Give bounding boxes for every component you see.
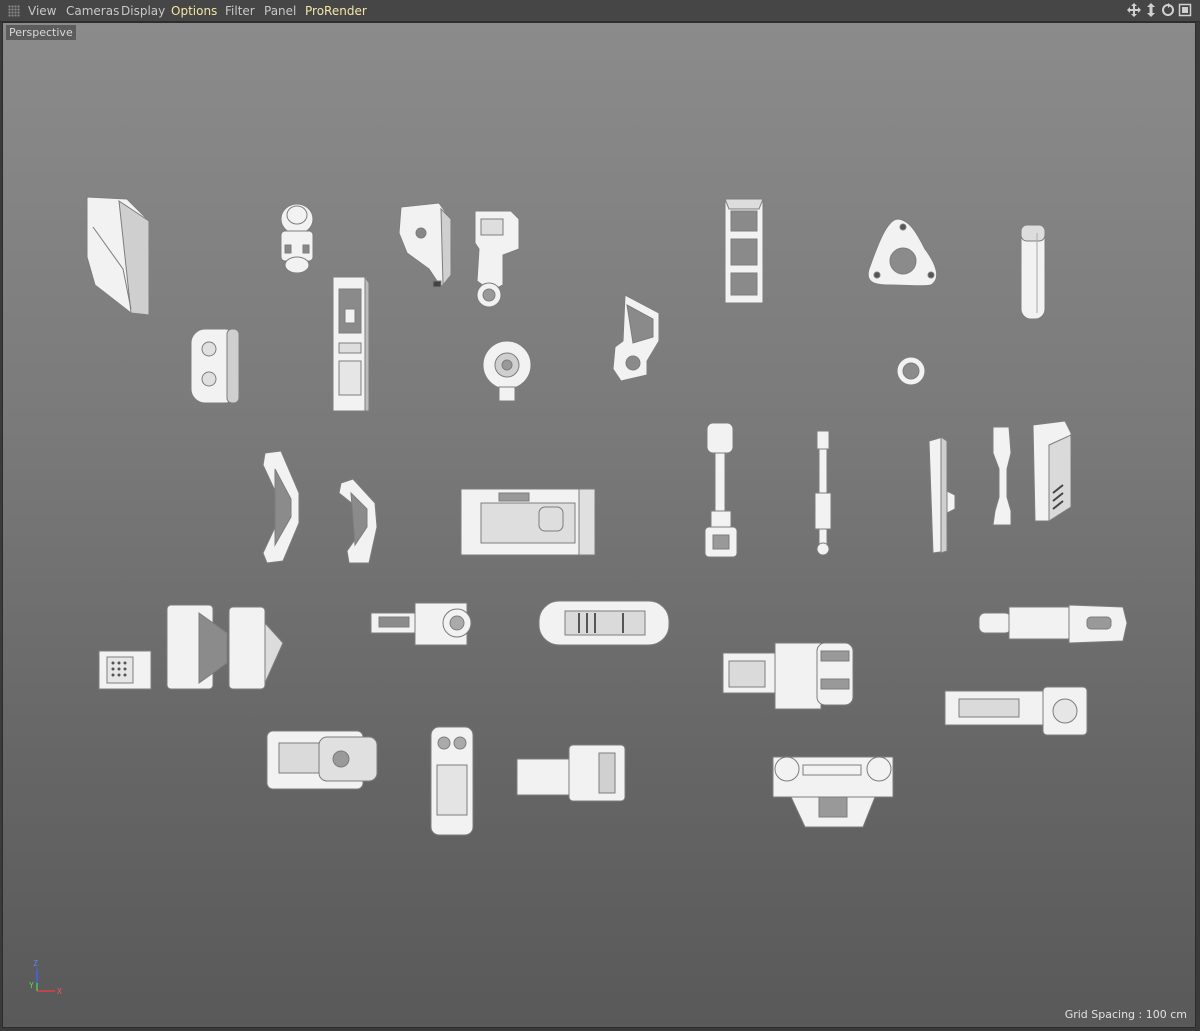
move-view-icon[interactable] xyxy=(1127,3,1141,19)
rotate-view-icon[interactable] xyxy=(1161,3,1175,19)
menu-panel[interactable]: Panel xyxy=(264,0,296,22)
model-chassis-block[interactable] xyxy=(460,488,596,556)
model-twin-joint[interactable] xyxy=(772,756,894,828)
model-gearbox-arm[interactable] xyxy=(722,642,854,710)
scene-models[interactable] xyxy=(3,23,1196,1028)
model-small-ring[interactable] xyxy=(896,356,926,386)
dolly-view-icon[interactable] xyxy=(1144,3,1158,19)
model-chevron-frame-large[interactable] xyxy=(262,450,300,564)
menu-display[interactable]: Display xyxy=(121,0,165,22)
model-long-rail[interactable] xyxy=(332,275,370,412)
model-frame-ladder[interactable] xyxy=(724,198,764,304)
axis-x-label: X xyxy=(57,987,62,996)
model-triangle-plate[interactable] xyxy=(867,218,938,287)
menu-filter[interactable]: Filter xyxy=(225,0,255,22)
model-mesh-box[interactable] xyxy=(98,650,152,690)
model-angled-plate[interactable] xyxy=(86,196,150,316)
model-bracket-clamp[interactable] xyxy=(280,203,314,274)
grid-spacing-label: Grid Spacing : 100 cm xyxy=(1064,1008,1187,1021)
model-rail-drive[interactable] xyxy=(944,686,1088,736)
viewport-menubar: View Cameras Display Options Filter Pane… xyxy=(0,0,1200,22)
model-chevron-frame-small[interactable] xyxy=(338,478,378,564)
3d-viewport[interactable]: Perspective Z Y X Grid Spacing : 100 cm xyxy=(2,22,1196,1028)
model-vent-block[interactable] xyxy=(1032,420,1072,522)
menu-options[interactable]: Options xyxy=(171,0,217,22)
model-nozzle-assembly[interactable] xyxy=(978,604,1128,644)
menu-prorender[interactable]: ProRender xyxy=(305,0,367,22)
model-link-plate[interactable] xyxy=(612,294,660,382)
model-hydraulic-clamp[interactable] xyxy=(266,730,378,790)
model-capsule-tube[interactable] xyxy=(538,600,670,646)
camera-label[interactable]: Perspective xyxy=(6,25,76,40)
toggle-view-icon[interactable] xyxy=(1178,3,1192,19)
model-hinge-arm[interactable] xyxy=(398,202,452,288)
menu-cameras[interactable]: Cameras xyxy=(66,0,119,22)
model-thin-rod[interactable] xyxy=(814,430,832,556)
model-h-link[interactable] xyxy=(992,426,1012,526)
axis-gizmo: Z Y X xyxy=(27,959,71,1001)
model-round-hub[interactable] xyxy=(482,340,532,402)
panel-grip-icon[interactable] xyxy=(8,5,20,17)
model-piston-rod[interactable] xyxy=(704,422,738,558)
model-drum-ring[interactable] xyxy=(190,328,240,404)
axis-z-label: Z xyxy=(33,959,38,968)
model-drive-arm[interactable] xyxy=(370,602,472,646)
model-capsule-pod[interactable] xyxy=(430,726,474,836)
axis-y-label: Y xyxy=(29,981,34,990)
model-shell-pair[interactable] xyxy=(166,604,284,690)
model-fin-panel[interactable] xyxy=(928,436,956,554)
view-navigation-icons xyxy=(1127,3,1192,19)
model-cylinder-tube[interactable] xyxy=(1020,224,1046,320)
model-lever-bracket[interactable] xyxy=(474,210,520,308)
model-pusher-block[interactable] xyxy=(516,744,626,802)
menu-view[interactable]: View xyxy=(28,0,56,22)
